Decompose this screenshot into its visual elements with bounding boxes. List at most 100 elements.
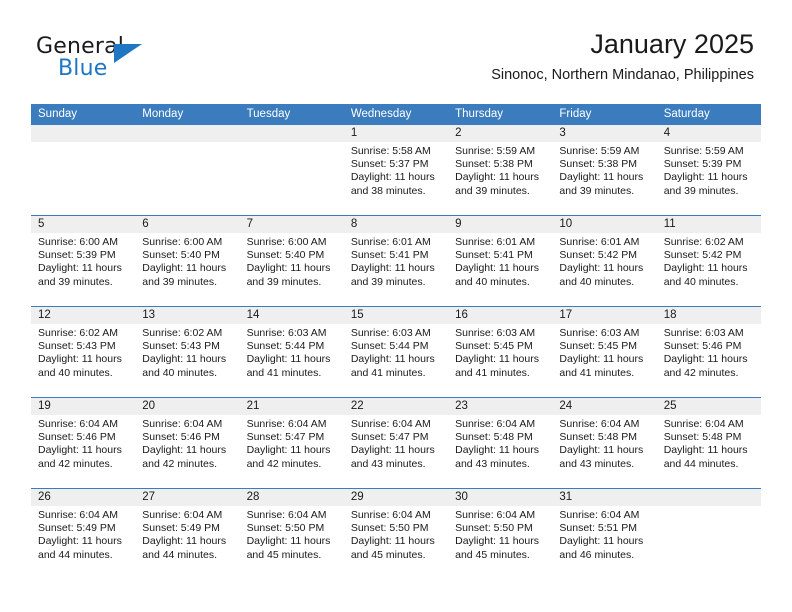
day-cell[interactable]: Sunrise: 6:04 AM Sunset: 5:50 PM Dayligh… (240, 506, 344, 579)
sunset-text: Sunset: 5:48 PM (455, 431, 533, 444)
day-cell[interactable]: Sunrise: 6:04 AM Sunset: 5:48 PM Dayligh… (448, 415, 552, 488)
daylight-text-1: Daylight: 11 hours (663, 444, 748, 457)
daylight-text-2: and 40 minutes. (663, 275, 739, 288)
sunset-text: Sunset: 5:45 PM (559, 340, 638, 353)
day-cell[interactable]: Sunrise: 6:01 AM Sunset: 5:42 PM Dayligh… (552, 233, 656, 306)
daylight-text-2: and 45 minutes. (246, 548, 322, 561)
day-cell[interactable]: Sunrise: 6:04 AM Sunset: 5:47 PM Dayligh… (240, 415, 344, 488)
daylight-text-1: Daylight: 11 hours (38, 262, 122, 275)
sunrise-text: Sunrise: 6:00 AM (142, 236, 223, 248)
sunrise-text: Sunrise: 6:04 AM (246, 418, 327, 430)
sunrise-text: Sunrise: 5:59 AM (663, 145, 744, 157)
daylight-text-2: and 39 minutes. (559, 184, 635, 197)
day-cell[interactable]: Sunrise: 5:59 AM Sunset: 5:39 PM Dayligh… (657, 142, 761, 215)
logo-text-blue: Blue (58, 56, 108, 81)
day-number: 14 (246, 309, 260, 321)
daylight-text-1: Daylight: 11 hours (38, 444, 122, 457)
day-cell[interactable]: Sunrise: 6:03 AM Sunset: 5:45 PM Dayligh… (448, 324, 552, 397)
day-cell[interactable]: Sunrise: 6:02 AM Sunset: 5:43 PM Dayligh… (31, 324, 135, 397)
day-cell[interactable]: Sunrise: 6:02 AM Sunset: 5:43 PM Dayligh… (135, 324, 239, 397)
day-cell[interactable] (657, 506, 761, 579)
day-number: 15 (350, 309, 364, 321)
title-block: January 2025 Sinonoc, Northern Mindanao,… (491, 28, 754, 84)
day-cell[interactable]: Sunrise: 5:59 AM Sunset: 5:38 PM Dayligh… (552, 142, 656, 215)
day-number: 17 (559, 309, 573, 321)
day-cell[interactable]: Sunrise: 6:00 AM Sunset: 5:39 PM Dayligh… (31, 233, 135, 306)
sunrise-text: Sunrise: 6:04 AM (559, 418, 640, 430)
sunset-text: Sunset: 5:39 PM (38, 249, 116, 262)
daylight-text-2: and 40 minutes. (38, 366, 113, 379)
week-body-row: Sunrise: 6:04 AM Sunset: 5:49 PM Dayligh… (31, 506, 761, 579)
day-number: 27 (142, 491, 156, 503)
daylight-text-1: Daylight: 11 hours (455, 444, 539, 457)
sunset-text: Sunset: 5:48 PM (663, 431, 742, 444)
general-blue-logo[interactable]: General Blue (36, 34, 196, 86)
week-date-band: 12 13 14 15 16 17 18 (31, 307, 761, 324)
day-cell[interactable]: Sunrise: 6:04 AM Sunset: 5:49 PM Dayligh… (135, 506, 239, 579)
day-cell[interactable]: Sunrise: 5:58 AM Sunset: 5:37 PM Dayligh… (344, 142, 448, 215)
day-cell[interactable]: Sunrise: 6:01 AM Sunset: 5:41 PM Dayligh… (448, 233, 552, 306)
daylight-text-2: and 42 minutes. (142, 457, 217, 470)
day-cell[interactable]: Sunrise: 6:04 AM Sunset: 5:50 PM Dayligh… (344, 506, 448, 579)
sunset-text: Sunset: 5:40 PM (246, 249, 325, 262)
sunrise-text: Sunrise: 6:00 AM (246, 236, 327, 248)
day-cell[interactable]: Sunrise: 6:04 AM Sunset: 5:48 PM Dayligh… (552, 415, 656, 488)
day-cell[interactable]: Sunrise: 6:03 AM Sunset: 5:45 PM Dayligh… (552, 324, 656, 397)
sunrise-text: Sunrise: 6:04 AM (38, 509, 118, 521)
daylight-text-2: and 40 minutes. (142, 366, 217, 379)
day-cell[interactable]: Sunrise: 6:01 AM Sunset: 5:41 PM Dayligh… (344, 233, 448, 306)
calendar-grid: Sunday Monday Tuesday Wednesday Thursday… (31, 104, 761, 579)
day-number: 6 (142, 218, 149, 230)
week-date-band: 26 27 28 29 30 31 (31, 489, 761, 506)
day-cell[interactable]: Sunrise: 6:04 AM Sunset: 5:47 PM Dayligh… (344, 415, 448, 488)
day-cell[interactable]: Sunrise: 6:03 AM Sunset: 5:44 PM Dayligh… (344, 324, 448, 397)
day-cell[interactable] (31, 142, 135, 215)
day-cell[interactable] (135, 142, 239, 215)
day-cell[interactable]: Sunrise: 6:04 AM Sunset: 5:50 PM Dayligh… (448, 506, 552, 579)
daylight-text-1: Daylight: 11 hours (38, 535, 122, 548)
day-number: 18 (663, 309, 677, 321)
day-cell[interactable]: Sunrise: 6:02 AM Sunset: 5:42 PM Dayligh… (657, 233, 761, 306)
daylight-text-1: Daylight: 11 hours (559, 353, 644, 366)
calendar-week-row: 26 27 28 29 30 31 Sunrise: 6:04 AM Sunse… (31, 488, 761, 579)
sunset-text: Sunset: 5:46 PM (142, 431, 220, 444)
sunset-text: Sunset: 5:38 PM (455, 158, 533, 171)
daylight-text-1: Daylight: 11 hours (559, 262, 644, 275)
weekday-header-sunday: Sunday (38, 108, 78, 120)
day-cell[interactable]: Sunrise: 6:03 AM Sunset: 5:46 PM Dayligh… (657, 324, 761, 397)
daylight-text-1: Daylight: 11 hours (663, 262, 748, 275)
day-cell[interactable] (240, 142, 344, 215)
day-number: 23 (455, 400, 468, 412)
daylight-text-1: Daylight: 11 hours (350, 444, 435, 457)
day-cell[interactable]: Sunrise: 6:04 AM Sunset: 5:51 PM Dayligh… (552, 506, 656, 579)
daylight-text-1: Daylight: 11 hours (142, 262, 227, 275)
day-number (657, 489, 761, 506)
day-cell[interactable]: Sunrise: 6:04 AM Sunset: 5:46 PM Dayligh… (31, 415, 135, 488)
weekday-header-monday: Monday (142, 108, 184, 120)
day-cell[interactable]: Sunrise: 6:04 AM Sunset: 5:48 PM Dayligh… (657, 415, 761, 488)
day-cell[interactable]: Sunrise: 6:04 AM Sunset: 5:46 PM Dayligh… (135, 415, 239, 488)
sunset-text: Sunset: 5:49 PM (142, 522, 220, 535)
sunrise-text: Sunrise: 6:03 AM (455, 327, 536, 339)
week-body-row: Sunrise: 6:00 AM Sunset: 5:39 PM Dayligh… (31, 233, 761, 306)
day-cell[interactable]: Sunrise: 6:00 AM Sunset: 5:40 PM Dayligh… (135, 233, 239, 306)
sunrise-text: Sunrise: 5:59 AM (559, 145, 640, 157)
day-cell[interactable]: Sunrise: 6:03 AM Sunset: 5:44 PM Dayligh… (240, 324, 344, 397)
day-number: 16 (455, 309, 468, 321)
sunrise-text: Sunrise: 5:58 AM (350, 145, 431, 157)
daylight-text-2: and 44 minutes. (38, 548, 113, 561)
sunset-text: Sunset: 5:42 PM (559, 249, 638, 262)
page-header: General Blue January 2025 Sinonoc, North… (0, 0, 792, 100)
daylight-text-2: and 40 minutes. (559, 275, 635, 288)
sunset-text: Sunset: 5:38 PM (559, 158, 638, 171)
sunset-text: Sunset: 5:41 PM (350, 249, 429, 262)
daylight-text-2: and 38 minutes. (350, 184, 426, 197)
sunset-text: Sunset: 5:43 PM (38, 340, 116, 353)
daylight-text-2: and 39 minutes. (246, 275, 322, 288)
daylight-text-2: and 39 minutes. (38, 275, 113, 288)
day-cell[interactable]: Sunrise: 5:59 AM Sunset: 5:38 PM Dayligh… (448, 142, 552, 215)
day-cell[interactable]: Sunrise: 6:00 AM Sunset: 5:40 PM Dayligh… (240, 233, 344, 306)
day-cell[interactable]: Sunrise: 6:04 AM Sunset: 5:49 PM Dayligh… (31, 506, 135, 579)
daylight-text-1: Daylight: 11 hours (246, 444, 331, 457)
sunset-text: Sunset: 5:47 PM (246, 431, 325, 444)
